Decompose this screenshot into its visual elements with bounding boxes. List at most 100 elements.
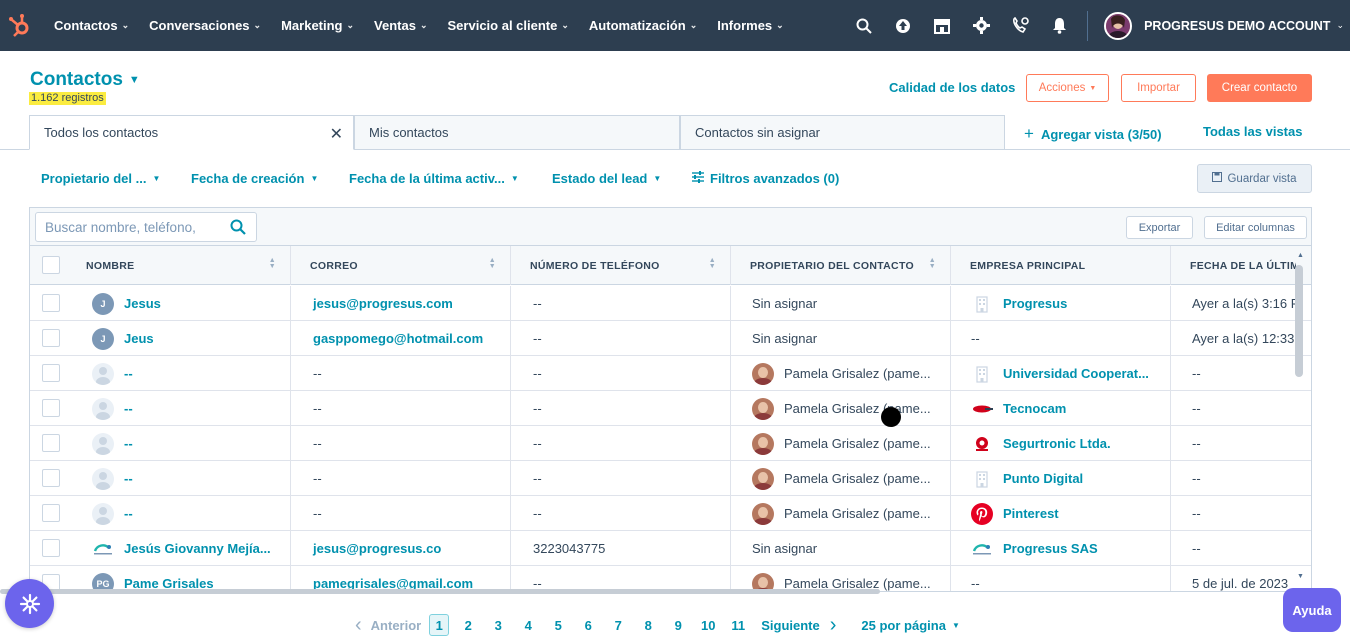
table-row[interactable]: -- -- -- Pamela Grisalez (pame... Tecnocam -- [30, 391, 1311, 426]
company-name[interactable]: Punto Digital [1003, 471, 1083, 486]
row-checkbox[interactable] [42, 434, 60, 452]
table-row[interactable]: J Jeus gasppomego@hotmail.com -- Sin asignar… [30, 321, 1311, 356]
cell-email[interactable]: jesus@progresus.com [291, 286, 511, 321]
cell-owner[interactable]: Pamela Grisalez (pame... [731, 496, 951, 531]
row-checkbox[interactable] [42, 504, 60, 522]
page-number-8[interactable]: 8 [633, 618, 663, 633]
horizontal-scrollbar[interactable] [0, 589, 880, 594]
save-view-button[interactable]: Guardar vista [1197, 164, 1312, 193]
cell-name[interactable]: -- [71, 496, 291, 531]
nav-item-conversaciones[interactable]: Conversaciones ⌄ [149, 18, 261, 33]
contact-name[interactable]: -- [124, 401, 133, 416]
company-name[interactable]: Universidad Cooperat... [1003, 366, 1149, 381]
export-button[interactable]: Exportar [1126, 216, 1193, 239]
page-number-6[interactable]: 6 [573, 618, 603, 633]
nav-item-automatizacion[interactable]: Automatización ⌄ [589, 18, 697, 33]
company-name[interactable]: Progresus SAS [1003, 541, 1098, 556]
cell-name[interactable]: J Jesus [71, 286, 291, 321]
table-row[interactable]: -- -- -- Pamela Grisalez (pame... Segurtroni… [30, 426, 1311, 461]
vertical-scrollbar[interactable] [1295, 265, 1303, 377]
page-number-10[interactable]: 10 [693, 618, 723, 633]
page-number-2[interactable]: 2 [453, 618, 483, 633]
row-checkbox[interactable] [42, 364, 60, 382]
cell-company[interactable]: Progresus [951, 286, 1171, 321]
column-header-company[interactable]: EMPRESA PRINCIPAL [951, 246, 1171, 285]
page-number-4[interactable]: 4 [513, 618, 543, 633]
account-avatar[interactable] [1104, 11, 1133, 40]
cell-name[interactable]: -- [71, 391, 291, 426]
marketplace-icon[interactable] [931, 15, 953, 37]
scroll-down-icon[interactable]: ▼ [1297, 573, 1304, 580]
row-checkbox[interactable] [42, 294, 60, 312]
scroll-up-icon[interactable]: ▲ [1297, 252, 1304, 259]
contact-name[interactable]: Jeus [124, 331, 154, 346]
cell-name[interactable]: J Jeus [71, 321, 291, 356]
company-name[interactable]: Progresus [1003, 296, 1067, 311]
add-view-button[interactable]: + Agregar vista (3/50) [1024, 124, 1162, 144]
cell-company[interactable]: Punto Digital [951, 461, 1171, 496]
table-row[interactable]: J Jesus jesus@progresus.com -- Sin asignar Pr… [30, 286, 1311, 321]
contact-email[interactable]: jesus@progresus.com [313, 296, 453, 311]
notifications-icon[interactable] [1048, 15, 1070, 37]
row-checkbox[interactable] [42, 469, 60, 487]
company-name[interactable]: Segurtronic Ltda. [1003, 436, 1111, 451]
filter-last-activity[interactable]: Fecha de la última activ... ▼ [349, 171, 519, 186]
cell-company[interactable]: Tecnocam [951, 391, 1171, 426]
previous-page-button[interactable]: ‹ Anterior [355, 614, 421, 637]
contact-name[interactable]: -- [124, 506, 133, 521]
filter-owner[interactable]: Propietario del ... ▼ [41, 171, 160, 186]
select-all-checkbox[interactable] [42, 256, 60, 274]
contact-name[interactable]: -- [124, 471, 133, 486]
cell-owner[interactable]: Pamela Grisalez (pame... [731, 461, 951, 496]
data-quality-link[interactable]: Calidad de los datos [889, 80, 1015, 95]
search-icon[interactable] [853, 15, 875, 37]
calling-icon[interactable] [1009, 15, 1031, 37]
chevron-down-icon[interactable]: ⌄ [1336, 20, 1344, 31]
contact-email[interactable]: jesus@progresus.co [313, 541, 441, 556]
company-name[interactable]: Tecnocam [1003, 401, 1066, 416]
nav-item-informes[interactable]: Informes ⌄ [717, 18, 783, 33]
table-row[interactable]: -- -- -- Pamela Grisalez (pame... Pinterest -… [30, 496, 1311, 531]
table-row[interactable]: Jesús Giovanny Mejía... jesus@progresus.c… [30, 531, 1311, 566]
sort-icon[interactable]: ▲ ▼ [269, 257, 276, 270]
sort-icon[interactable]: ▲ ▼ [489, 257, 496, 270]
contact-name[interactable]: -- [124, 436, 133, 451]
column-header-owner[interactable]: PROPIETARIO DEL CONTACTO ▲ ▼ [731, 246, 951, 285]
cell-name[interactable]: -- [71, 461, 291, 496]
filter-created-date[interactable]: Fecha de creación ▼ [191, 171, 318, 186]
search-input[interactable]: Buscar nombre, teléfono, [35, 212, 257, 242]
page-number-9[interactable]: 9 [663, 618, 693, 633]
cell-email[interactable]: jesus@progresus.co [291, 531, 511, 566]
page-number-11[interactable]: 11 [723, 618, 753, 633]
cell-name[interactable]: Jesús Giovanny Mejía... [71, 531, 291, 566]
page-title[interactable]: Contactos ▼ [30, 69, 140, 91]
upgrade-icon[interactable] [892, 15, 914, 37]
cell-company[interactable]: Pinterest [951, 496, 1171, 531]
chat-widget-button[interactable] [5, 579, 54, 628]
cell-owner[interactable]: Pamela Grisalez (pame... [731, 356, 951, 391]
next-page-button[interactable]: Siguiente › [761, 614, 836, 637]
edit-columns-button[interactable]: Editar columnas [1204, 216, 1307, 239]
column-header-name[interactable]: NOMBRE ▲ ▼ [71, 246, 291, 285]
all-views-link[interactable]: Todas las vistas [1203, 124, 1302, 139]
cell-owner[interactable]: Sin asignar [731, 531, 951, 566]
filter-lead-status[interactable]: Estado del lead ▼ [552, 171, 661, 186]
row-checkbox[interactable] [42, 329, 60, 347]
sort-icon[interactable]: ▲ ▼ [929, 257, 936, 270]
page-number-1[interactable]: 1 [429, 614, 450, 636]
nav-item-servicio[interactable]: Servicio al cliente ⌄ [448, 18, 569, 33]
column-header-email[interactable]: CORREO ▲ ▼ [291, 246, 511, 285]
nav-item-contactos[interactable]: Contactos ⌄ [54, 18, 129, 33]
table-row[interactable]: -- -- -- Pamela Grisalez (pame... Punto Digi… [30, 461, 1311, 496]
tab-unassigned-contacts[interactable]: Contactos sin asignar [680, 115, 1005, 150]
cell-owner[interactable]: Pamela Grisalez (pame... [731, 426, 951, 461]
page-number-5[interactable]: 5 [543, 618, 573, 633]
row-checkbox[interactable] [42, 539, 60, 557]
page-number-7[interactable]: 7 [603, 618, 633, 633]
actions-button[interactable]: Acciones ▼ [1026, 74, 1109, 102]
settings-icon[interactable] [970, 15, 992, 37]
cell-company[interactable]: Universidad Cooperat... [951, 356, 1171, 391]
cell-owner[interactable]: Sin asignar [731, 286, 951, 321]
row-checkbox[interactable] [42, 399, 60, 417]
tab-all-contacts[interactable]: Todos los contactos ✕ [29, 115, 354, 150]
